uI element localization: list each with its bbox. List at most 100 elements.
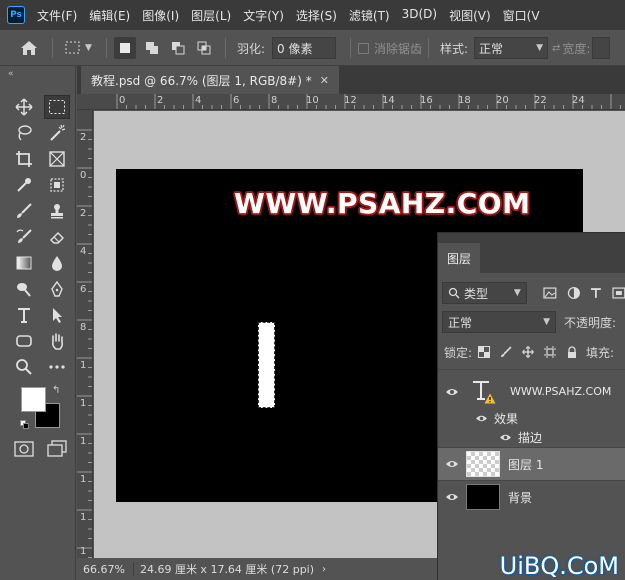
- stamp-tool[interactable]: [44, 199, 70, 223]
- default-colors-icon[interactable]: [20, 420, 30, 430]
- blur-tool[interactable]: [44, 251, 70, 275]
- menu-type[interactable]: 文字(Y): [243, 7, 284, 24]
- pen-tool[interactable]: [44, 277, 70, 301]
- layer-name: 图层 1: [508, 457, 544, 472]
- eyedropper-tool[interactable]: [11, 173, 37, 197]
- layers-tab[interactable]: 图层: [438, 243, 480, 273]
- shape-tool[interactable]: [11, 329, 37, 353]
- swap-colors-icon[interactable]: ↰: [52, 385, 60, 396]
- intersect-selection-button[interactable]: [193, 37, 215, 59]
- layer-effects-row[interactable]: 效果: [438, 408, 625, 428]
- subtract-selection-button[interactable]: [167, 37, 189, 59]
- style-value: 正常: [479, 41, 504, 56]
- layer-row-text[interactable]: WWW.PSAHZ.COM: [438, 369, 625, 413]
- move-tool[interactable]: [11, 95, 37, 119]
- lock-transparent-icon[interactable]: [478, 346, 491, 358]
- ruler-label: 8: [80, 322, 87, 333]
- zoom-level[interactable]: 66.67%: [77, 562, 134, 576]
- ruler-label: 2: [80, 132, 87, 143]
- add-selection-button[interactable]: [141, 37, 163, 59]
- effects-label: 效果: [494, 411, 519, 426]
- crop-tool[interactable]: [11, 147, 37, 171]
- lock-all-icon[interactable]: [566, 346, 578, 358]
- menu-window[interactable]: 窗口(V: [503, 7, 540, 24]
- gradient-tool[interactable]: [11, 251, 37, 275]
- ruler-label: 16: [420, 95, 433, 106]
- hand-icon: [52, 333, 64, 350]
- style-select[interactable]: 正常 ▼: [474, 37, 548, 59]
- lasso-tool[interactable]: [11, 121, 37, 145]
- layer-row-background[interactable]: 背景: [438, 480, 625, 513]
- close-icon[interactable]: ✕: [320, 74, 329, 87]
- antialias-checkbox[interactable]: [358, 42, 369, 54]
- ruler-horizontal: 0 2 4 6 8 10 12 14 16 18 20 22 24: [77, 94, 625, 110]
- filter-kind-select[interactable]: 类型 ▼: [442, 282, 527, 304]
- visibility-toggle[interactable]: [438, 433, 518, 442]
- document-tab-bar: 教程.psd @ 66.7% (图层 1, RGB/8#) * ✕: [77, 66, 625, 94]
- layer-thumbnail: [466, 451, 500, 477]
- blend-mode-select[interactable]: 正常 ▼: [442, 311, 556, 333]
- frame-tool[interactable]: [44, 147, 70, 171]
- antialias-label: 消除锯齿: [374, 41, 423, 56]
- quick-mask-button[interactable]: [11, 437, 37, 461]
- menu-filter[interactable]: 滤镜(T): [349, 7, 390, 24]
- foreground-color-swatch[interactable]: [21, 387, 46, 412]
- collapse-icon[interactable]: «: [8, 69, 14, 79]
- lock-row: 锁定: 填充:: [438, 341, 625, 363]
- hand-tool[interactable]: [44, 329, 70, 353]
- screen-mode-button[interactable]: [44, 437, 70, 461]
- home-button[interactable]: [20, 30, 38, 66]
- lock-move-icon[interactable]: [522, 346, 534, 358]
- document-size: 24.69 厘米 x 17.64 厘米 (72 ppi): [139, 563, 315, 576]
- stamp-icon: [51, 204, 63, 219]
- zoom-tool[interactable]: [11, 355, 37, 379]
- ruler-label: 1: [80, 546, 87, 557]
- document-tab[interactable]: 教程.psd @ 66.7% (图层 1, RGB/8#) * ✕: [81, 66, 339, 94]
- shape-filter-icon[interactable]: [612, 287, 625, 299]
- visibility-toggle[interactable]: [438, 387, 466, 397]
- width-input[interactable]: [592, 37, 611, 59]
- more-icon: [49, 365, 65, 369]
- marquee-preset-button[interactable]: ▼: [64, 30, 92, 66]
- menu-file[interactable]: 文件(F): [37, 7, 77, 24]
- path-selection-tool[interactable]: [44, 303, 70, 327]
- type-filter-icon[interactable]: [590, 287, 602, 299]
- history-brush-tool[interactable]: [11, 225, 37, 249]
- menu-image[interactable]: 图像(I): [142, 7, 179, 24]
- brush-tool[interactable]: [11, 199, 37, 223]
- opacity-label: 不透明度:: [564, 315, 617, 330]
- menu-layer[interactable]: 图层(L): [191, 7, 231, 24]
- eye-icon: [476, 415, 487, 421]
- dodge-tool[interactable]: [11, 277, 37, 301]
- quick-mask-icon: [14, 441, 34, 457]
- type-tool[interactable]: [11, 303, 37, 327]
- new-selection-button[interactable]: [114, 37, 136, 59]
- eraser-icon: [50, 232, 64, 244]
- frame-icon: [49, 151, 65, 167]
- menu-view[interactable]: 视图(V): [449, 7, 491, 24]
- lock-artboard-icon[interactable]: [544, 346, 557, 358]
- ruler-label: 10: [306, 95, 319, 106]
- lock-brush-icon[interactable]: [500, 346, 512, 358]
- stroke-effect-row[interactable]: 描边: [438, 427, 625, 447]
- image-filter-icon[interactable]: [543, 287, 557, 299]
- visibility-toggle[interactable]: [438, 459, 466, 469]
- text-layer-thumbnail: [466, 377, 500, 407]
- menu-select[interactable]: 选择(S): [296, 7, 337, 24]
- more-tools-button[interactable]: [44, 355, 70, 379]
- canvas-pixel-shape: [258, 322, 275, 408]
- object-selection-tool[interactable]: [44, 173, 70, 197]
- visibility-toggle[interactable]: [438, 414, 494, 423]
- visibility-toggle[interactable]: [438, 492, 466, 502]
- menu-edit[interactable]: 编辑(E): [89, 7, 130, 24]
- eraser-tool[interactable]: [44, 225, 70, 249]
- feather-input[interactable]: 0 像素: [272, 37, 336, 59]
- layer-row-layer1[interactable]: 图层 1: [438, 447, 625, 480]
- chevron-right-icon[interactable]: ›: [322, 564, 326, 575]
- menu-3d[interactable]: 3D(D): [402, 7, 437, 24]
- filter-row: 类型 ▼: [438, 282, 625, 304]
- rect-marquee-tool[interactable]: [44, 95, 70, 119]
- adjustment-filter-icon[interactable]: [567, 286, 581, 300]
- magic-wand-tool[interactable]: [44, 121, 70, 145]
- swap-icon[interactable]: ⇄: [552, 43, 560, 54]
